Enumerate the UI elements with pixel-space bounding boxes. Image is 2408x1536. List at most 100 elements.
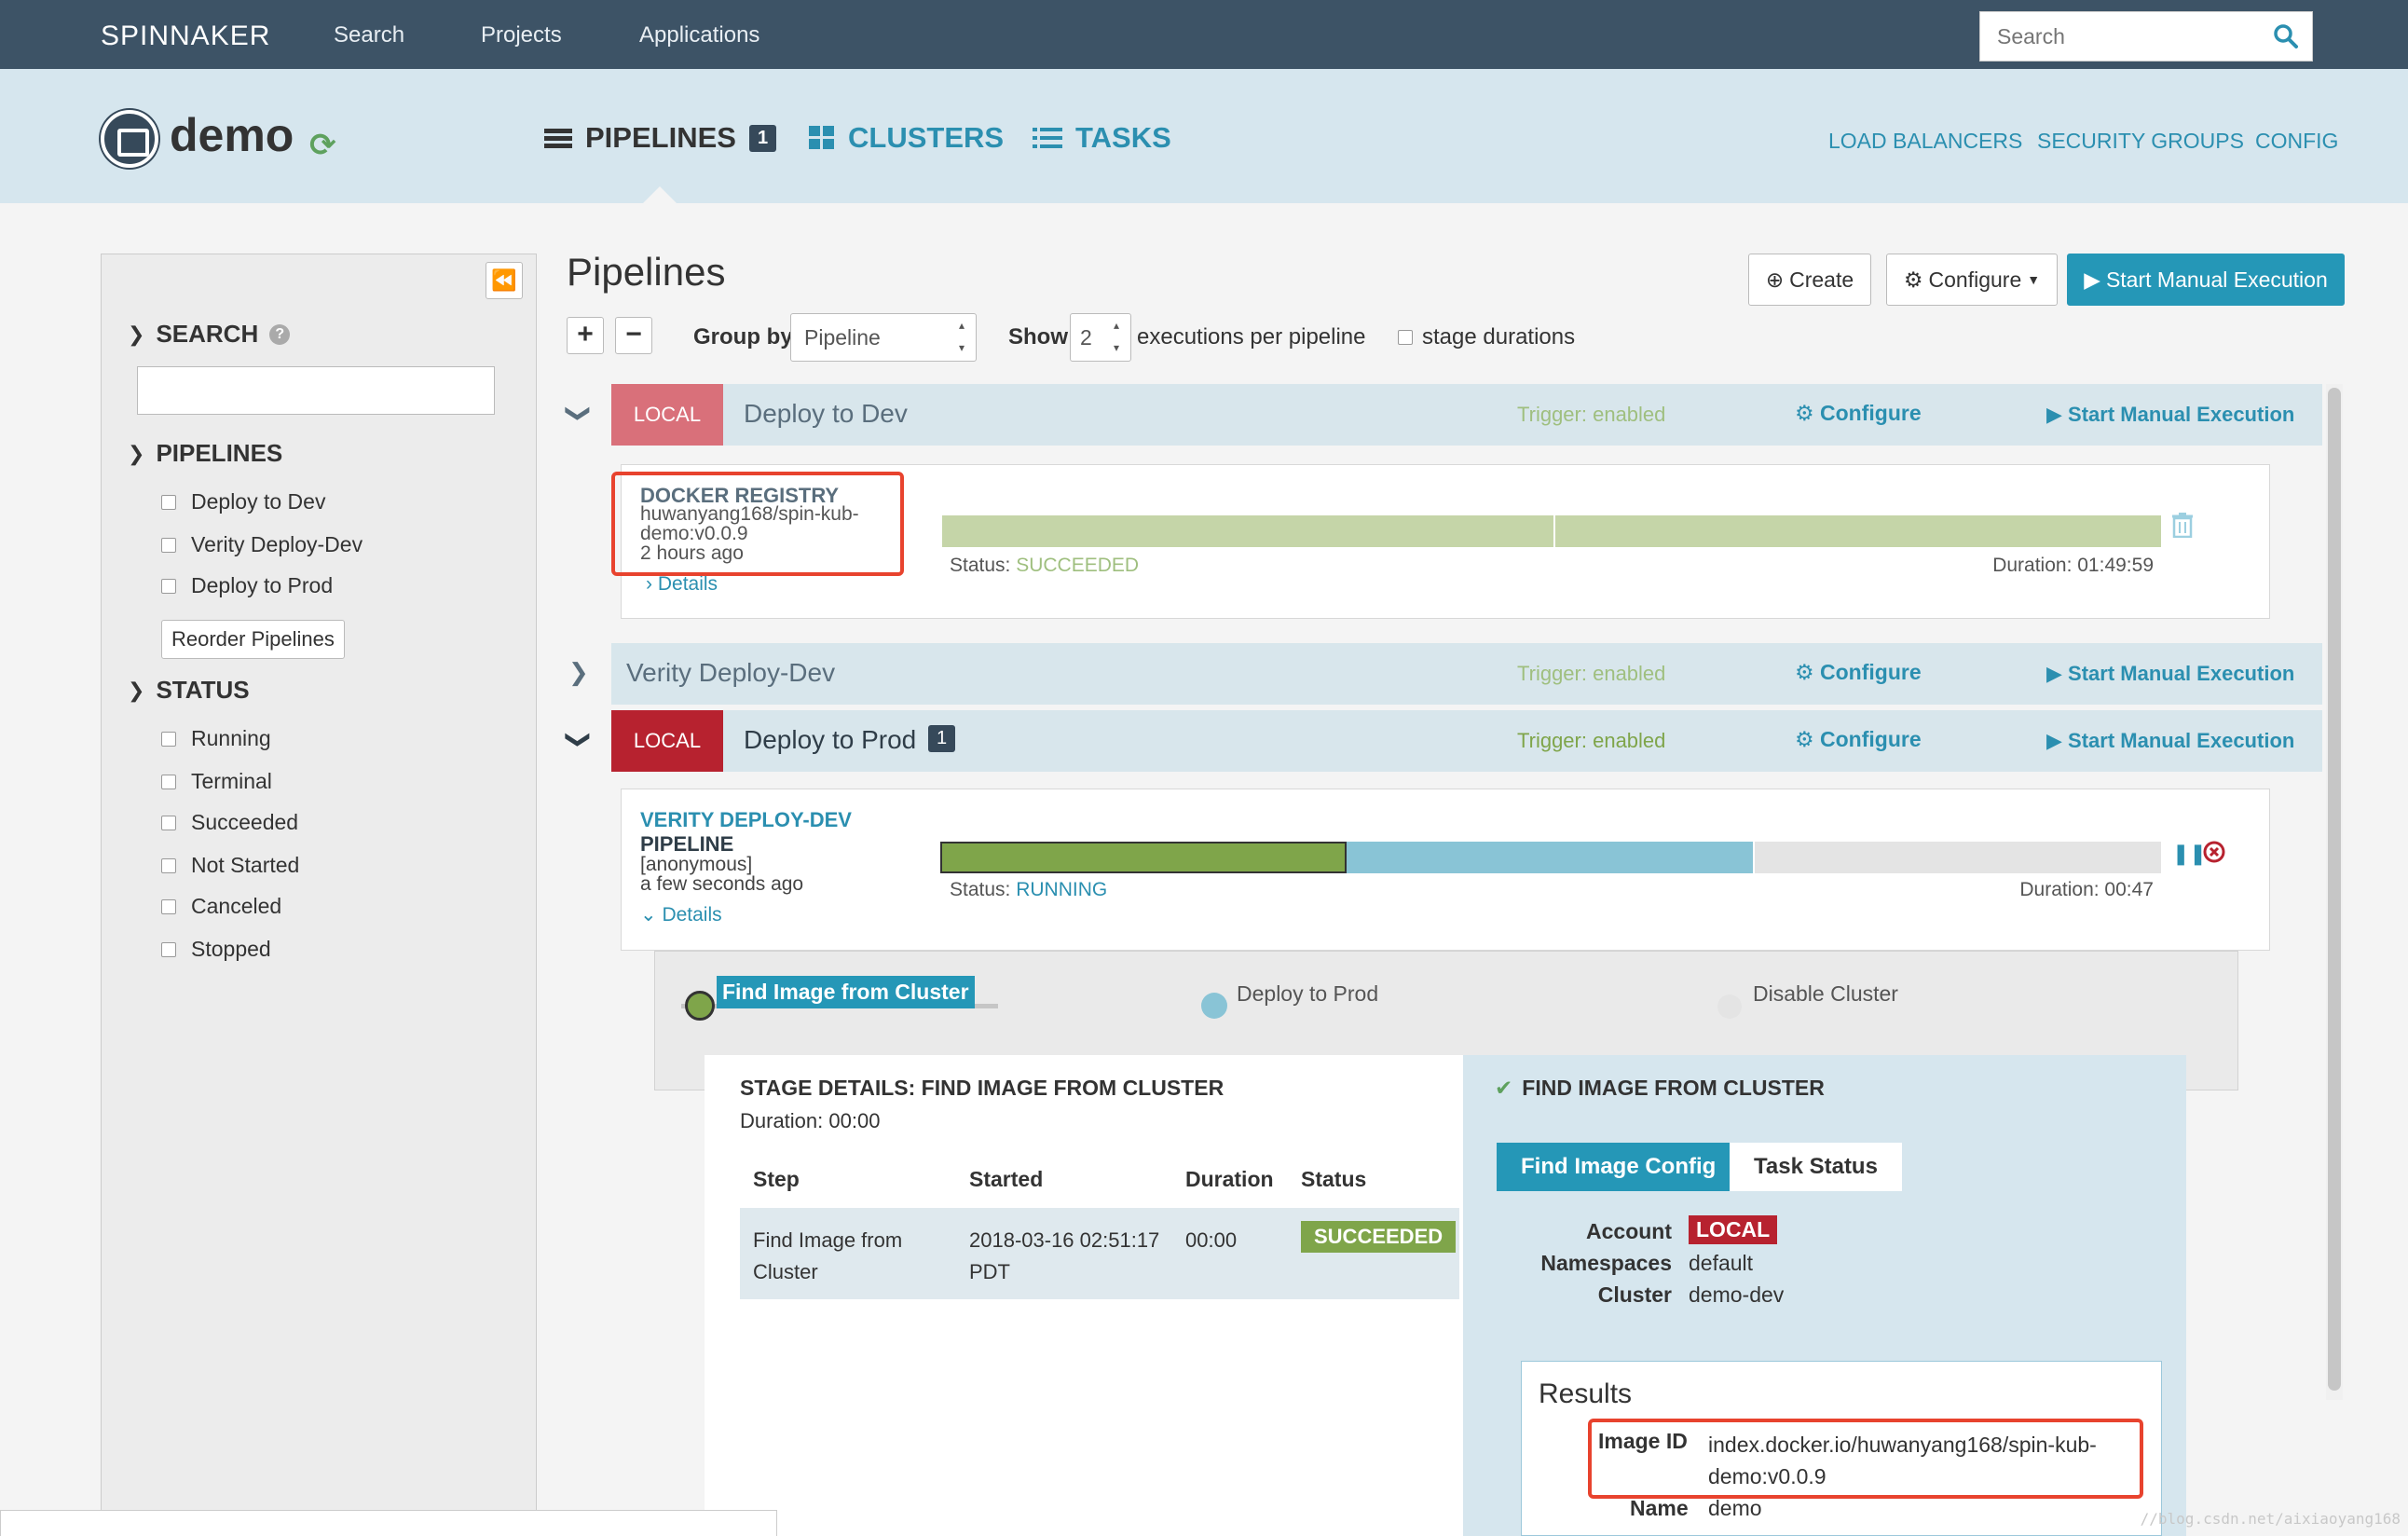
stage-node-find-image[interactable] [685, 991, 715, 1021]
configure-dropdown-button[interactable]: ⚙ Configure ▼ [1886, 254, 2058, 306]
executions-per-pipeline-label: executions per pipeline [1137, 324, 1366, 350]
trigger-source-title[interactable]: VERITY DEPLOY-DEV [640, 808, 852, 832]
stage-bar-succeeded[interactable] [940, 842, 1347, 873]
tab-load-balancers[interactable]: LOAD BALANCERS [1828, 129, 2022, 154]
tab-clusters[interactable]: CLUSTERS [809, 121, 1004, 155]
column-header-started: Started [969, 1167, 1044, 1191]
filter-pipeline-deploy-to-prod[interactable]: Deploy to Prod [161, 573, 333, 598]
pipeline-header-verity-deploy-dev[interactable]: ❯ Verity Deploy-Dev Trigger: enabled ⚙ C… [568, 643, 2322, 705]
executions-count-select[interactable]: 2 [1070, 313, 1131, 362]
filter-status-not-started[interactable]: Not Started [161, 853, 299, 878]
pipeline-header-deploy-to-dev[interactable]: ❯ LOCAL Deploy to Dev Trigger: enabled ⚙… [565, 384, 2322, 446]
tab-tasks[interactable]: TASKS [1033, 121, 1171, 155]
stage-bar-not-started[interactable] [1755, 842, 2161, 873]
start-manual-execution-button[interactable]: ▶ Start Manual Execution [2067, 254, 2345, 306]
start-label: Start Manual Execution [2068, 403, 2295, 426]
search-section-label: SEARCH [156, 320, 259, 348]
group-by-select[interactable]: Pipeline [790, 313, 977, 362]
nav-search-link[interactable]: Search [334, 22, 404, 48]
sidebar-search-input[interactable] [137, 366, 495, 415]
highlight-box [1588, 1419, 2143, 1499]
checkbox[interactable] [161, 731, 176, 747]
tab-tasks-label: TASKS [1075, 121, 1171, 154]
checkbox[interactable] [161, 774, 176, 789]
tab-find-image-config[interactable]: Find Image Config [1497, 1143, 1741, 1191]
stage-node-deploy-to-prod[interactable] [1201, 993, 1227, 1019]
create-button[interactable]: ⊕ Create [1748, 254, 1871, 306]
start-manual-execution-link[interactable]: ▶ Start Manual Execution [2046, 403, 2294, 427]
start-manual-execution-link[interactable]: ▶ Start Manual Execution [2046, 729, 2294, 753]
stage-bar-running[interactable] [1347, 842, 1753, 873]
filter-label: Succeeded [191, 810, 299, 834]
tab-task-status[interactable]: Task Status [1730, 1143, 1902, 1191]
tab-pipelines[interactable]: PIPELINES 1 [544, 121, 777, 155]
filter-pipeline-verity-deploy-dev[interactable]: Verity Deploy-Dev [161, 532, 363, 557]
configure-label: Configure [1820, 660, 1922, 684]
account-value-tag: LOCAL [1689, 1215, 1778, 1244]
trigger-status: Trigger: enabled [1517, 662, 1666, 685]
configure-pipeline-link[interactable]: ⚙ Configure [1795, 727, 1922, 752]
start-manual-execution-link[interactable]: ▶ Start Manual Execution [2046, 662, 2294, 686]
collapse-all-button[interactable]: − [615, 317, 652, 354]
nav-projects-link[interactable]: Projects [481, 22, 562, 48]
checkbox[interactable] [161, 898, 176, 914]
pipeline-name: Verity Deploy-Dev [626, 658, 836, 687]
filter-pipeline-deploy-to-dev[interactable]: Deploy to Dev [161, 489, 325, 514]
trash-icon[interactable] [2172, 512, 2193, 542]
global-search-input[interactable] [1980, 12, 2260, 61]
stage-node-disable-cluster[interactable] [1717, 994, 1742, 1019]
brand-logo[interactable]: SPINNAKER [101, 21, 270, 52]
stage-label-find-image[interactable]: Find Image from Cluster [717, 976, 975, 1008]
chevron-down-icon[interactable]: ❯ [564, 404, 593, 424]
tab-security-groups[interactable]: SECURITY GROUPS [2037, 129, 2244, 154]
checkbox[interactable] [161, 578, 176, 594]
checkbox[interactable] [161, 494, 176, 510]
stage-bar-succeeded[interactable] [942, 515, 1553, 547]
refresh-icon[interactable]: ⟳ [309, 127, 336, 164]
pipeline-name: Deploy to Dev [744, 399, 908, 428]
nav-applications-link[interactable]: Applications [639, 22, 759, 48]
filter-status-running[interactable]: Running [161, 726, 271, 751]
filter-status-stopped[interactable]: Stopped [161, 937, 271, 962]
filter-status-canceled[interactable]: Canceled [161, 894, 281, 919]
column-header-status: Status [1301, 1167, 1367, 1191]
filter-status-terminal[interactable]: Terminal [161, 769, 272, 794]
account-tag: LOCAL [611, 710, 723, 772]
pipelines-section-header[interactable]: ❯ PIPELINES [128, 439, 282, 468]
expand-all-button[interactable]: + [567, 317, 604, 354]
status-section-header[interactable]: ❯ STATUS [128, 676, 250, 705]
active-tab-pointer [643, 186, 677, 203]
checkbox[interactable] [161, 537, 176, 553]
pipeline-header-deploy-to-prod[interactable]: ❯ LOCAL Deploy to Prod 1 Trigger: enable… [565, 710, 2322, 772]
search-icon[interactable] [2273, 23, 2299, 54]
vertical-scrollbar[interactable] [2326, 384, 2343, 1400]
configure-pipeline-link[interactable]: ⚙ Configure [1795, 660, 1922, 685]
reorder-pipelines-button[interactable]: Reorder Pipelines [161, 620, 345, 659]
checkbox[interactable] [161, 941, 176, 957]
filter-status-succeeded[interactable]: Succeeded [161, 810, 298, 835]
pipeline-name: Deploy to Prod [744, 725, 917, 754]
configure-label: Configure [1928, 267, 2022, 292]
step-line-1: Find Image from [753, 1228, 903, 1252]
checkbox[interactable] [161, 857, 176, 873]
details-toggle[interactable]: › Details [646, 573, 718, 596]
started-cell: 2018-03-16 02:51:17 PDT [969, 1225, 1159, 1288]
stage-label-deploy-to-prod[interactable]: Deploy to Prod [1237, 981, 1378, 1007]
checkbox[interactable] [1398, 330, 1413, 345]
help-icon[interactable]: ? [269, 323, 291, 345]
cancel-icon[interactable] [2202, 840, 2226, 869]
search-section-header[interactable]: ❯ SEARCH ? [128, 320, 291, 349]
status-value: SUCCEEDED [1016, 555, 1140, 576]
chevron-down-icon[interactable]: ❯ [564, 730, 593, 750]
tab-config[interactable]: CONFIG [2255, 129, 2338, 154]
status-section-label: STATUS [156, 676, 250, 704]
scrollbar-thumb[interactable] [2328, 388, 2341, 1391]
collapse-sidebar-button[interactable]: ⏪ [486, 262, 523, 299]
configure-pipeline-link[interactable]: ⚙ Configure [1795, 401, 1922, 426]
checkbox[interactable] [161, 815, 176, 830]
stage-label-disable-cluster[interactable]: Disable Cluster [1753, 981, 1898, 1007]
chevron-right-icon[interactable]: ❯ [568, 658, 589, 687]
stage-bar-succeeded[interactable] [1555, 515, 2161, 547]
details-toggle[interactable]: ⌄ Details [640, 903, 722, 926]
stage-durations-toggle[interactable]: stage durations [1398, 324, 1575, 350]
